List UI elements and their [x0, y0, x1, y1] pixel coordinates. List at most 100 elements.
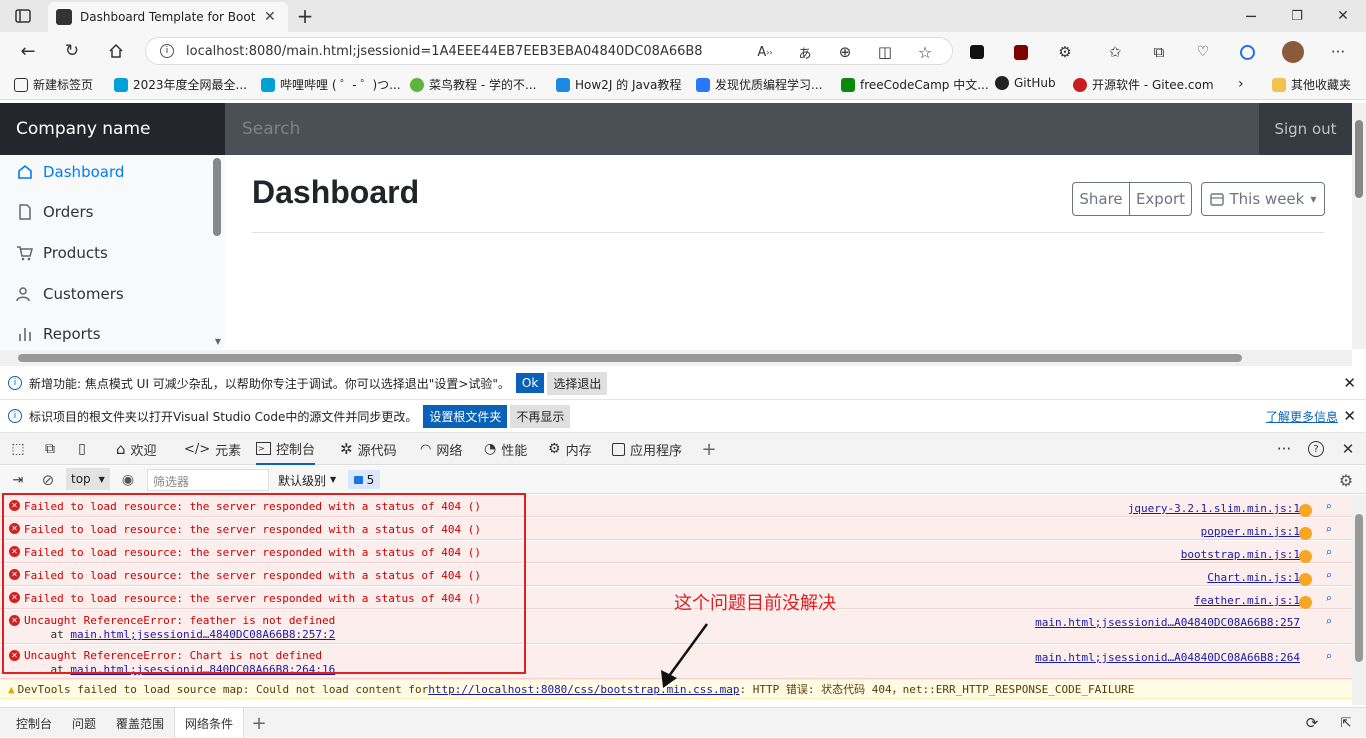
period-dropdown[interactable]: This week ▼ [1201, 182, 1325, 216]
dock-drawer-icon[interactable]: ⇱ [1336, 713, 1356, 733]
tab-application[interactable]: 应用程序 [612, 433, 682, 465]
error-source-link[interactable]: main.html;jsessionid…A04840DC08A66B8:264 [1035, 651, 1300, 664]
search-icon[interactable]: ⌕ [1325, 615, 1332, 628]
sidebar-toggle-icon[interactable]: ⇥ [8, 470, 28, 490]
brand[interactable]: Company name [0, 103, 225, 155]
export-button[interactable]: Export [1129, 182, 1192, 216]
learn-more-link[interactable]: 了解更多信息 [1266, 408, 1338, 425]
sidebar-item-orders[interactable]: Orders [16, 203, 93, 221]
badge-icon[interactable] [1299, 550, 1312, 563]
bookmark-item[interactable]: 哔哩哔哩 ( ゜- ゜)つ... [261, 76, 401, 93]
share-button[interactable]: Share [1072, 182, 1130, 216]
badge-icon[interactable] [1299, 596, 1312, 609]
favorite-star-icon[interactable]: ☆ [914, 42, 936, 62]
bookmark-item[interactable]: 开源软件 - Gitee.com [1073, 76, 1214, 93]
url-input[interactable]: i localhost:8080/main.html;jsessionid=1A… [145, 37, 953, 65]
drawer-tab-issues[interactable]: 问题 [72, 708, 96, 738]
add-tab-icon[interactable]: + [700, 439, 718, 460]
sidebar-item-products[interactable]: Products [16, 244, 108, 262]
browser-tab[interactable]: Dashboard Template for Bootstra ✕ [48, 2, 288, 32]
tab-network[interactable]: ◠ 网络 [420, 433, 462, 465]
tab-actions-icon[interactable] [12, 6, 34, 26]
sync-icon[interactable]: ⟳ [1302, 713, 1322, 733]
search-icon[interactable]: ⌕ [1325, 500, 1332, 513]
search-icon[interactable]: ⌕ [1325, 592, 1332, 605]
dont-show-button[interactable]: 不再显示 [510, 404, 571, 428]
error-source-link[interactable]: bootstrap.min.js:1 [1181, 548, 1300, 561]
page-vertical-scroll-thumb[interactable] [1355, 120, 1363, 198]
context-select[interactable]: top ▼ [66, 468, 110, 490]
minimize-icon[interactable]: ─ [1240, 6, 1262, 26]
chevron-right-icon[interactable]: › [1238, 76, 1244, 92]
read-aloud-icon[interactable]: A ›› [754, 42, 776, 62]
close-devtools-icon[interactable]: ✕ [1338, 439, 1358, 459]
info-icon[interactable]: i [160, 44, 174, 58]
extension-tab-icon[interactable] [966, 42, 988, 62]
split-screen-icon[interactable]: ◫ [874, 42, 896, 62]
badge-icon[interactable] [1299, 573, 1312, 586]
search-input[interactable]: Search [225, 103, 1259, 155]
sidebar-item-customers[interactable]: Customers [16, 285, 124, 303]
bookmark-item[interactable]: 发现优质编程学习... [696, 76, 822, 93]
tab-sources[interactable]: ✲ 源代码 [340, 433, 397, 465]
page-horizontal-scroll-thumb[interactable] [18, 354, 1242, 362]
profile-avatar[interactable] [1280, 40, 1306, 64]
drawer-tab-coverage[interactable]: 覆盖范围 [116, 708, 164, 738]
dock-icon[interactable]: ▯ [72, 440, 92, 458]
filter-input[interactable]: 筛选器 [147, 469, 269, 491]
tab-console[interactable]: > 控制台 [256, 433, 316, 465]
more-icon[interactable]: ··· [1274, 439, 1294, 459]
settings-gear-icon[interactable]: ⚙ [1336, 470, 1356, 490]
search-icon[interactable]: ⌕ [1325, 569, 1332, 582]
close-tab-icon[interactable]: ✕ [264, 9, 276, 25]
add-drawer-tab-icon[interactable]: + [250, 713, 268, 734]
opt-out-button[interactable]: 选择退出 [547, 371, 608, 395]
tab-performance[interactable]: ◔ 性能 [484, 433, 527, 465]
search-icon[interactable]: ⌕ [1325, 523, 1332, 536]
extensions-icon[interactable]: ⚙ [1054, 42, 1076, 62]
other-bookmarks[interactable]: 其他收藏夹 [1272, 76, 1351, 93]
sidebar-item-dashboard[interactable]: Dashboard [16, 163, 124, 181]
new-tab-icon[interactable]: + [294, 4, 316, 28]
drawer-tab-network-conditions[interactable]: 网络条件 [174, 708, 245, 738]
ublock-icon[interactable] [1010, 42, 1032, 62]
error-source-link[interactable]: Chart.min.js:1 [1207, 571, 1300, 584]
drawer-tab-console[interactable]: 控制台 [16, 708, 52, 738]
restore-icon[interactable]: ❐ [1286, 6, 1308, 26]
inspect-icon[interactable]: ⬚ [8, 440, 28, 458]
clear-console-icon[interactable]: ⊘ [38, 470, 58, 490]
close-icon[interactable]: ✕ [1343, 407, 1356, 425]
help-icon[interactable]: ? [1306, 439, 1326, 459]
close-icon[interactable]: ✕ [1343, 374, 1356, 392]
search-icon[interactable]: ⌕ [1325, 546, 1332, 559]
bookmark-item[interactable]: 菜鸟教程 - 学的不... [410, 76, 536, 93]
error-source-link[interactable]: popper.min.js:1 [1201, 525, 1300, 538]
badge-icon[interactable] [1299, 504, 1312, 517]
bookmark-item[interactable]: freeCodeCamp 中文... [841, 76, 989, 93]
tab-elements[interactable]: </> 元素 [184, 433, 241, 465]
tab-memory[interactable]: ⚙ 内存 [548, 433, 592, 465]
badge-icon[interactable] [1299, 527, 1312, 540]
bookmark-item[interactable]: How2J 的 Java教程 [556, 76, 681, 93]
error-source-link[interactable]: main.html;jsessionid…A04840DC08A66B8:257 [1035, 616, 1300, 629]
zoom-icon[interactable]: ⊕ [834, 42, 856, 62]
collections-icon[interactable]: ⧉ [1148, 42, 1170, 62]
refresh-icon[interactable]: ↻ [60, 40, 84, 62]
bookmark-item[interactable]: 2023年度全网最全... [114, 76, 247, 93]
more-menu-icon[interactable]: ··· [1326, 42, 1350, 62]
device-toolbar-icon[interactable]: ⧉ [40, 440, 60, 458]
favorites-icon[interactable]: ✩ [1104, 42, 1126, 62]
sidebar-scrollbar[interactable] [213, 158, 221, 236]
tab-welcome[interactable]: ⌂ 欢迎 [116, 433, 157, 465]
bookmark-item[interactable]: GitHub [995, 76, 1056, 90]
sign-out-link[interactable]: Sign out [1259, 103, 1352, 155]
edge-icon[interactable] [1236, 42, 1258, 62]
back-icon[interactable]: ← [16, 40, 40, 62]
error-source-link[interactable]: feather.min.js:1 [1194, 594, 1300, 607]
translate-icon[interactable]: あ [794, 42, 816, 62]
console-scroll-thumb[interactable] [1355, 514, 1363, 662]
sidebar-item-reports[interactable]: Reports [16, 325, 101, 343]
message-count-badge[interactable]: 5 [348, 470, 380, 489]
ok-button[interactable]: Ok [515, 373, 545, 393]
home-icon[interactable] [104, 40, 128, 62]
